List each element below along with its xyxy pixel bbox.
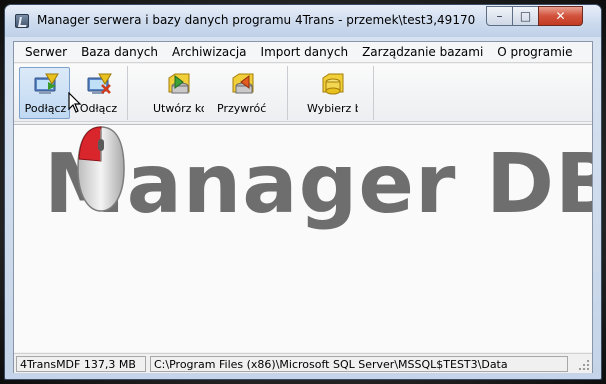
close-button[interactable]: ✕ bbox=[538, 6, 583, 26]
backup-create-icon bbox=[168, 73, 190, 94]
cursor-arrow-icon bbox=[68, 92, 82, 113]
toolbar-group-backup: Utwórz ko... Przywróć ... bbox=[132, 66, 288, 120]
menu-o-programie[interactable]: O programie bbox=[490, 43, 579, 62]
status-database-size: 4TransMDF 137,3 MB bbox=[16, 355, 146, 372]
status-bar: 4TransMDF 137,3 MB C:\Program Files (x86… bbox=[14, 353, 592, 373]
connect-label: Podłącz bbox=[24, 102, 67, 115]
connect-icon bbox=[34, 73, 59, 94]
window-title: Manager serwera i bazy danych programu 4… bbox=[37, 13, 476, 27]
menu-baza-danych[interactable]: Baza danych bbox=[74, 43, 165, 62]
backup-restore-button[interactable]: Przywróć ... bbox=[216, 67, 268, 119]
main-canvas: Manager DB bbox=[14, 124, 592, 352]
toolbar-group-database: Wybierz b... bbox=[292, 66, 374, 120]
app-window: Manager serwera i bazy danych programu 4… bbox=[4, 4, 602, 380]
select-database-label: Wybierz b... bbox=[307, 102, 358, 115]
app-icon[interactable] bbox=[15, 14, 29, 28]
maximize-button[interactable]: □ bbox=[512, 6, 539, 26]
select-database-icon bbox=[322, 73, 344, 95]
backup-restore-label: Przywróć ... bbox=[217, 102, 268, 115]
status-data-path: C:\Program Files (x86)\Microsoft SQL Ser… bbox=[150, 355, 568, 372]
resize-grip-icon[interactable] bbox=[578, 359, 590, 371]
toolbar: Podłącz Odłącz Utwórz k Przywróć Wybierz bbox=[14, 64, 592, 122]
select-database-button[interactable]: Wybierz b... bbox=[306, 67, 358, 119]
menu-archiwizacja[interactable]: Archiwizacja bbox=[165, 43, 254, 62]
minimize-button[interactable]: – bbox=[486, 6, 513, 26]
disconnect-icon bbox=[87, 73, 112, 94]
menu-bar: Serwer Baza danych Archiwizacja Import d… bbox=[14, 42, 592, 63]
menu-zarzadzanie-bazami[interactable]: Zarządzanie bazami bbox=[355, 43, 490, 62]
menu-serwer[interactable]: Serwer bbox=[18, 43, 74, 62]
backup-create-label: Utwórz ko... bbox=[153, 102, 204, 115]
mouse-icon bbox=[77, 126, 125, 212]
title-bar[interactable]: Manager serwera i bazy danych programu 4… bbox=[5, 5, 601, 37]
menu-import-danych[interactable]: Import danych bbox=[254, 43, 356, 62]
client-area: Serwer Baza danych Archiwizacja Import d… bbox=[13, 41, 593, 373]
backup-create-button[interactable]: Utwórz ko... bbox=[152, 67, 204, 119]
connect-button[interactable]: Podłącz bbox=[19, 67, 70, 119]
backup-restore-icon bbox=[232, 73, 254, 94]
